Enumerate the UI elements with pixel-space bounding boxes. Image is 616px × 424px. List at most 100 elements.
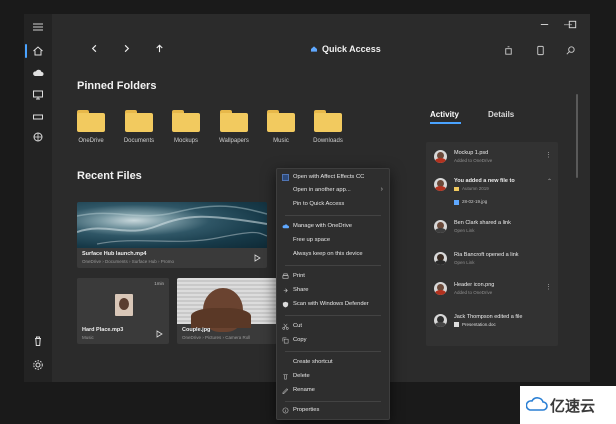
folder-downloads[interactable]: Downloads (313, 110, 343, 144)
file-name: Couple.jpg (182, 327, 211, 333)
tab-activity[interactable]: Activity (430, 110, 459, 119)
maximize-button[interactable] (564, 16, 580, 32)
folder-label: OneDrive (78, 138, 104, 144)
folder-documents[interactable]: Documents (124, 110, 154, 144)
menu-item-label: Copy (293, 337, 307, 343)
properties-icon (282, 407, 289, 414)
activity-title: Ria Bancroft opened a link (454, 252, 519, 258)
menu-divider (285, 215, 381, 216)
trash-icon[interactable] (31, 334, 45, 348)
rail-selection-indicator (25, 44, 27, 58)
recent-file-card[interactable]: 1min Hard Place.mp3 Music (77, 278, 169, 344)
menu-item-always-keep[interactable]: Always keep on this device (277, 249, 389, 261)
more-icon[interactable]: ⋮ (545, 283, 552, 291)
hamburger-icon[interactable] (31, 20, 45, 34)
menu-item-properties[interactable]: Properties (277, 405, 389, 417)
activity-item[interactable]: Jack Thompson edited a file Presentation… (426, 312, 558, 336)
activity-subtitle[interactable]: Presentation.doc (462, 322, 496, 327)
copy-icon (282, 337, 289, 344)
minimize-button-2[interactable] (536, 16, 552, 32)
menu-item-open-in-another-app[interactable]: Open in another app... › (277, 185, 389, 197)
menu-item-share[interactable]: Share (277, 285, 389, 297)
menu-item-manage-with-onedrive[interactable]: Manage with OneDrive (277, 221, 389, 233)
folder-icon (77, 110, 105, 132)
menu-item-open-with-affect-effects[interactable]: Open with Affect Effects CC (277, 172, 389, 184)
document-icon (454, 322, 459, 327)
activity-item[interactable]: Ria Bancroft opened a link Open Link (426, 250, 558, 274)
activity-title: You added a new file to (454, 178, 515, 184)
folder-icon (172, 110, 200, 132)
play-icon[interactable] (155, 330, 163, 338)
activity-item[interactable]: Mockup 1.psd Added to OneDrive ⋮ (426, 148, 558, 172)
view-button[interactable] (500, 42, 516, 58)
avatar (434, 178, 447, 191)
search-button[interactable] (562, 42, 578, 58)
recent-file-card[interactable]: Couple.jpg OneDrive › Pictures › Camera … (177, 278, 277, 344)
settings-icon[interactable] (31, 358, 45, 372)
drive-icon[interactable] (31, 110, 45, 124)
watermark-logo: 亿速云 (520, 386, 616, 424)
file-thumbnail: 1min (77, 278, 169, 324)
activity-item[interactable]: Header icon.png Added to OneDrive ⋮ (426, 280, 558, 304)
folder-label: Documents (123, 138, 155, 144)
folder-icon (267, 110, 295, 132)
menu-item-label: Share (293, 287, 309, 293)
tab-underline (430, 122, 461, 124)
menu-item-label: Rename (293, 387, 315, 393)
menu-item-label: Open with Affect Effects CC (293, 174, 365, 180)
menu-item-label: Scan with Windows Defender (293, 301, 369, 307)
avatar (434, 220, 447, 233)
back-button[interactable] (86, 40, 102, 56)
activity-item[interactable]: Ben Clark shared a link Open Link (426, 218, 558, 242)
menu-item-label: Open in another app... (293, 187, 351, 193)
cloud-icon[interactable] (31, 66, 45, 80)
menu-item-cut[interactable]: Cut (277, 321, 389, 333)
menu-item-create-shortcut[interactable]: Create shortcut (277, 357, 389, 369)
file-path: OneDrive › Pictures › Camera Roll (182, 335, 251, 340)
file-thumbnail (77, 202, 267, 248)
title-bar: — Quick Access (52, 14, 590, 74)
menu-item-rename[interactable]: Rename (277, 385, 389, 397)
activity-file[interactable]: 28-02-19.jpg (462, 199, 487, 204)
folder-label: Downloads (313, 138, 343, 144)
scrollbar[interactable] (576, 94, 578, 178)
file-name: Surface Hub launch.mp4 (82, 251, 147, 257)
details-pane-button[interactable] (532, 42, 548, 58)
folder-label: Music (273, 138, 289, 144)
menu-item-delete[interactable]: Delete (277, 371, 389, 383)
tab-details[interactable]: Details (488, 110, 514, 119)
menu-item-free-up-space[interactable]: Free up space (277, 235, 389, 247)
menu-item-copy[interactable]: Copy (277, 335, 389, 347)
cut-icon (282, 323, 289, 330)
activity-subtitle: Autumn 2019 (462, 186, 489, 191)
menu-item-pin-to-quick-access[interactable]: Pin to Quick Access (277, 199, 389, 211)
album-art (115, 294, 133, 316)
up-button[interactable] (151, 40, 167, 56)
image-icon (454, 200, 459, 205)
minimize-icon (540, 23, 548, 25)
folder-mockups[interactable]: Mockups (171, 110, 201, 144)
home-icon[interactable] (31, 44, 45, 58)
folder-icon (314, 110, 342, 132)
more-icon[interactable]: ⋮ (545, 151, 552, 159)
tablet-icon (536, 45, 544, 55)
menu-item-label: Always keep on this device (293, 251, 363, 257)
context-menu: Open with Affect Effects CC Open in anot… (276, 168, 390, 420)
window-title: Quick Access (310, 44, 381, 54)
network-icon[interactable] (31, 130, 45, 144)
chevron-up-icon[interactable]: ⌃ (547, 178, 552, 185)
menu-item-label: Cut (293, 323, 303, 329)
menu-item-label: Print (293, 273, 305, 279)
folder-wallpapers[interactable]: Wallpapers (219, 110, 249, 144)
desktop-icon[interactable] (31, 88, 45, 102)
forward-button[interactable] (118, 40, 134, 56)
avatar (434, 150, 447, 163)
folder-onedrive[interactable]: OneDrive (76, 110, 106, 144)
menu-item-scan-defender[interactable]: Scan with Windows Defender (277, 299, 389, 311)
folder-music[interactable]: Music (266, 110, 296, 144)
navigation-rail (24, 14, 52, 382)
menu-item-print[interactable]: Print (277, 271, 389, 283)
activity-panel: Mockup 1.psd Added to OneDrive ⋮ You add… (426, 142, 558, 346)
recent-file-card[interactable]: Surface Hub launch.mp4 OneDrive › Docume… (77, 202, 267, 268)
play-icon[interactable] (253, 254, 261, 262)
